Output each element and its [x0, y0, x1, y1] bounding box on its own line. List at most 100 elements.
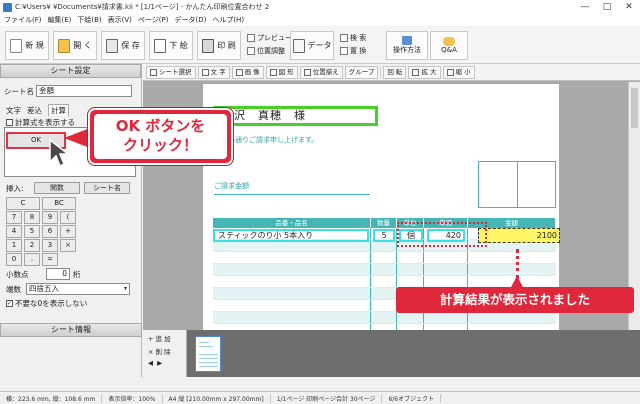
status-object-count: 6/6オブジェクト	[382, 393, 442, 403]
checkbox-checked-icon: ✓	[6, 300, 13, 307]
table-body	[213, 228, 556, 336]
next-page-button[interactable]: ▶	[157, 359, 162, 367]
calc-key-clear[interactable]: C	[6, 197, 40, 210]
qa-button[interactable]: Q&A	[430, 31, 468, 60]
delete-page-button[interactable]: × 削 除	[148, 346, 186, 356]
background-image-icon	[154, 38, 167, 53]
replace-button[interactable]: 置 換	[340, 46, 366, 56]
calc-key-1[interactable]: 1	[6, 239, 22, 252]
app-icon	[3, 2, 12, 12]
group-tool[interactable]: グループ	[344, 65, 379, 79]
table-row	[213, 312, 556, 324]
amount-field[interactable]: 2100	[478, 228, 560, 243]
calc-key-open-paren[interactable]: (	[60, 211, 76, 224]
function-button[interactable]: 関数	[34, 182, 80, 194]
calc-key-7[interactable]: 7	[6, 211, 22, 224]
menu-view[interactable]: 表示(V)	[108, 15, 132, 25]
rounding-select[interactable]: 四捨五入 ▾	[26, 283, 130, 295]
calc-key-8[interactable]: 8	[24, 211, 40, 224]
calc-key-plus[interactable]: +	[60, 225, 76, 238]
calc-key-6[interactable]: 6	[42, 225, 58, 238]
menu-edit[interactable]: 編集(E)	[48, 15, 72, 25]
page-thumbnail[interactable]	[195, 336, 221, 372]
mouse-cursor-icon	[49, 138, 70, 168]
invoice-data-row: スティックのり小 5本入り 5 個 420 2100	[213, 228, 560, 243]
howto-button[interactable]: 操作方法	[386, 31, 428, 60]
rotate-tool[interactable]: 回 転	[383, 65, 407, 79]
result-highlight-frame	[397, 222, 487, 247]
search-icon	[340, 34, 348, 42]
calc-key-4[interactable]: 4	[6, 225, 22, 238]
add-page-button[interactable]: + 追 加	[148, 333, 186, 343]
calc-key-2[interactable]: 2	[24, 239, 40, 252]
qa-icon	[443, 37, 455, 46]
product-field[interactable]: スティックのり小 5本入り	[213, 229, 369, 242]
scroll-thumb[interactable]	[631, 88, 638, 128]
calc-key-3[interactable]: 3	[42, 239, 58, 252]
save-button[interactable]: 保 存	[101, 31, 145, 60]
customer-name-field[interactable]: 北沢 真穂 様	[213, 106, 378, 126]
close-button[interactable]: ✕	[618, 0, 640, 14]
qty-field[interactable]: 5	[373, 229, 395, 242]
print-button[interactable]: 印 刷	[197, 31, 241, 60]
ok-callout-line2: クリック！	[122, 136, 198, 154]
calc-key-dot[interactable]: .	[24, 253, 40, 266]
position-adjust-button[interactable]: 位置調整	[247, 46, 285, 56]
zoom-out-icon	[446, 68, 454, 76]
calc-key-multiply[interactable]: ×	[60, 239, 76, 252]
preview-button[interactable]: プレビュー	[247, 33, 292, 43]
menu-file[interactable]: ファイル(F)	[4, 15, 42, 25]
page-thumbnail-strip: + 追 加 × 削 除 ◀ ▶	[143, 330, 640, 377]
stamp-box	[478, 161, 556, 208]
menu-page[interactable]: ページ(P)	[138, 15, 169, 25]
title-bar: C:¥Users¥ ¥Documents¥請求書.kii * [1/1ページ] …	[0, 0, 640, 14]
calc-key-equals[interactable]: =	[42, 253, 58, 266]
result-callout-tail	[511, 276, 523, 287]
menu-help[interactable]: ヘルプ(H)	[212, 15, 244, 25]
prev-page-button[interactable]: ◀	[148, 359, 153, 367]
tab-text[interactable]: 文字	[6, 105, 21, 116]
calc-key-5[interactable]: 5	[24, 225, 40, 238]
new-button[interactable]: 新 規	[5, 31, 49, 60]
table-row	[213, 264, 556, 276]
status-zoom: 表示倍率：100%	[102, 393, 163, 403]
minimize-button[interactable]: —	[574, 0, 596, 14]
open-button[interactable]: 開 く	[53, 31, 97, 60]
hide-zero-checkbox[interactable]: ✓ 不要な0を表示しない	[6, 298, 87, 309]
decimal-unit: 桁	[73, 269, 81, 279]
folder-open-icon	[58, 38, 71, 53]
tab-merge[interactable]: 差込	[27, 105, 42, 116]
maximize-button[interactable]: □	[596, 0, 618, 14]
tab-calc[interactable]: 計算	[48, 104, 69, 116]
crosshair-icon	[247, 47, 255, 55]
align-icon	[303, 68, 311, 76]
zoom-in-tool[interactable]: 拡 大	[408, 65, 441, 79]
align-tool[interactable]: 位置揃え	[299, 65, 343, 79]
menu-bar: ファイル(F) 編集(E) 下絵(B) 表示(V) ページ(P) データ(D) …	[0, 14, 640, 26]
status-cursor-position: 横：223.6 mm, 縦：108.6 mm	[0, 393, 103, 403]
amount-label: ご請求金額	[214, 182, 249, 190]
result-callout: 計算結果が表示されました	[396, 287, 634, 313]
sheet-name-button[interactable]: シート名	[84, 182, 130, 194]
calc-key-9[interactable]: 9	[42, 211, 58, 224]
ok-callout: OK ボタンを クリック！	[88, 108, 233, 165]
background-button[interactable]: 下 絵	[149, 31, 193, 60]
pointer-icon	[150, 68, 157, 76]
calc-key-backspace[interactable]: BC	[42, 197, 76, 210]
search-button[interactable]: 検 索	[340, 33, 366, 43]
text-tool[interactable]: 文 字	[197, 65, 230, 79]
decimal-input[interactable]: 0	[46, 268, 70, 280]
menu-data[interactable]: データ(D)	[174, 15, 206, 25]
shape-tool[interactable]: 図 形	[265, 65, 298, 79]
amount-underline	[214, 194, 370, 195]
sheet-name-input[interactable]: 金額	[36, 85, 132, 97]
table-header: 品番・品名 数量 単位 単価 金額	[213, 218, 556, 228]
zoom-out-tool[interactable]: 縮 小	[442, 65, 475, 79]
menu-background[interactable]: 下絵(B)	[77, 15, 101, 25]
calculator-keypad: C BC 7 8 9 ( ) 4 5 6 + 1 2 3 × 0 . =	[6, 197, 76, 266]
select-sheet-tool[interactable]: シート選択	[146, 65, 196, 79]
calc-key-0[interactable]: 0	[6, 253, 22, 266]
image-tool[interactable]: 画 像	[231, 65, 264, 79]
data-button[interactable]: データ	[290, 31, 334, 60]
howto-icon	[402, 36, 412, 45]
